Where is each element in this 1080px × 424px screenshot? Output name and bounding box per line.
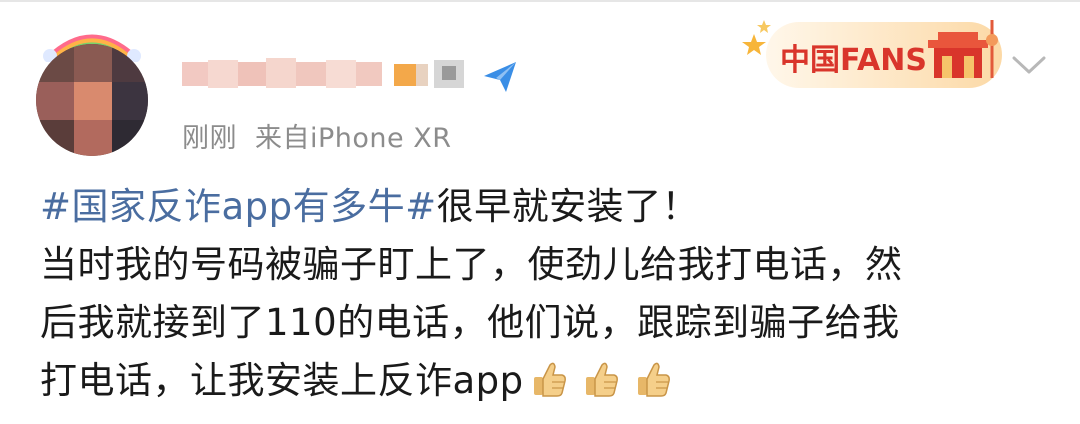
avatar[interactable] [34,22,152,156]
post-line-4: 打电话，让我安装上反诈app [40,352,1050,410]
post-time: 刚刚 [182,123,237,154]
thumbs-up-icon [585,362,618,397]
post-line-4-text: 打电话，让我安装上反诈app [40,359,524,402]
post-source[interactable]: 来自iPhone XR [255,123,451,154]
post-line-1-text: 很早就安装了！ [436,185,700,228]
top-divider [0,0,1080,2]
post-line-1: #国家反诈app有多牛#很早就安装了！ [40,178,1050,236]
post-line-2: 当时我的号码被骗子盯上了，使劲儿给我打电话，然 [40,243,903,286]
post-body: #国家反诈app有多牛#很早就安装了！ 当时我的号码被骗子盯上了，使劲儿给我打电… [40,178,1050,410]
chevron-down-icon[interactable] [1010,52,1048,78]
emoji-group [524,359,672,402]
username-blurred[interactable] [182,56,472,92]
post-meta: 刚刚 来自iPhone XR [182,116,451,155]
badge-label: 中国FANS [780,43,927,78]
hashtag-link[interactable]: #国家反诈app有多牛# [40,185,437,228]
thumbs-up-icon [637,362,670,397]
post-line-3: 后我就接到了110的电话，他们说，跟踪到骗子给我 [40,301,900,344]
thumbs-up-icon [533,362,566,397]
avatar-image [36,44,148,156]
send-plane-icon [484,62,516,92]
china-fans-badge[interactable]: 中国FANS [742,14,1004,92]
